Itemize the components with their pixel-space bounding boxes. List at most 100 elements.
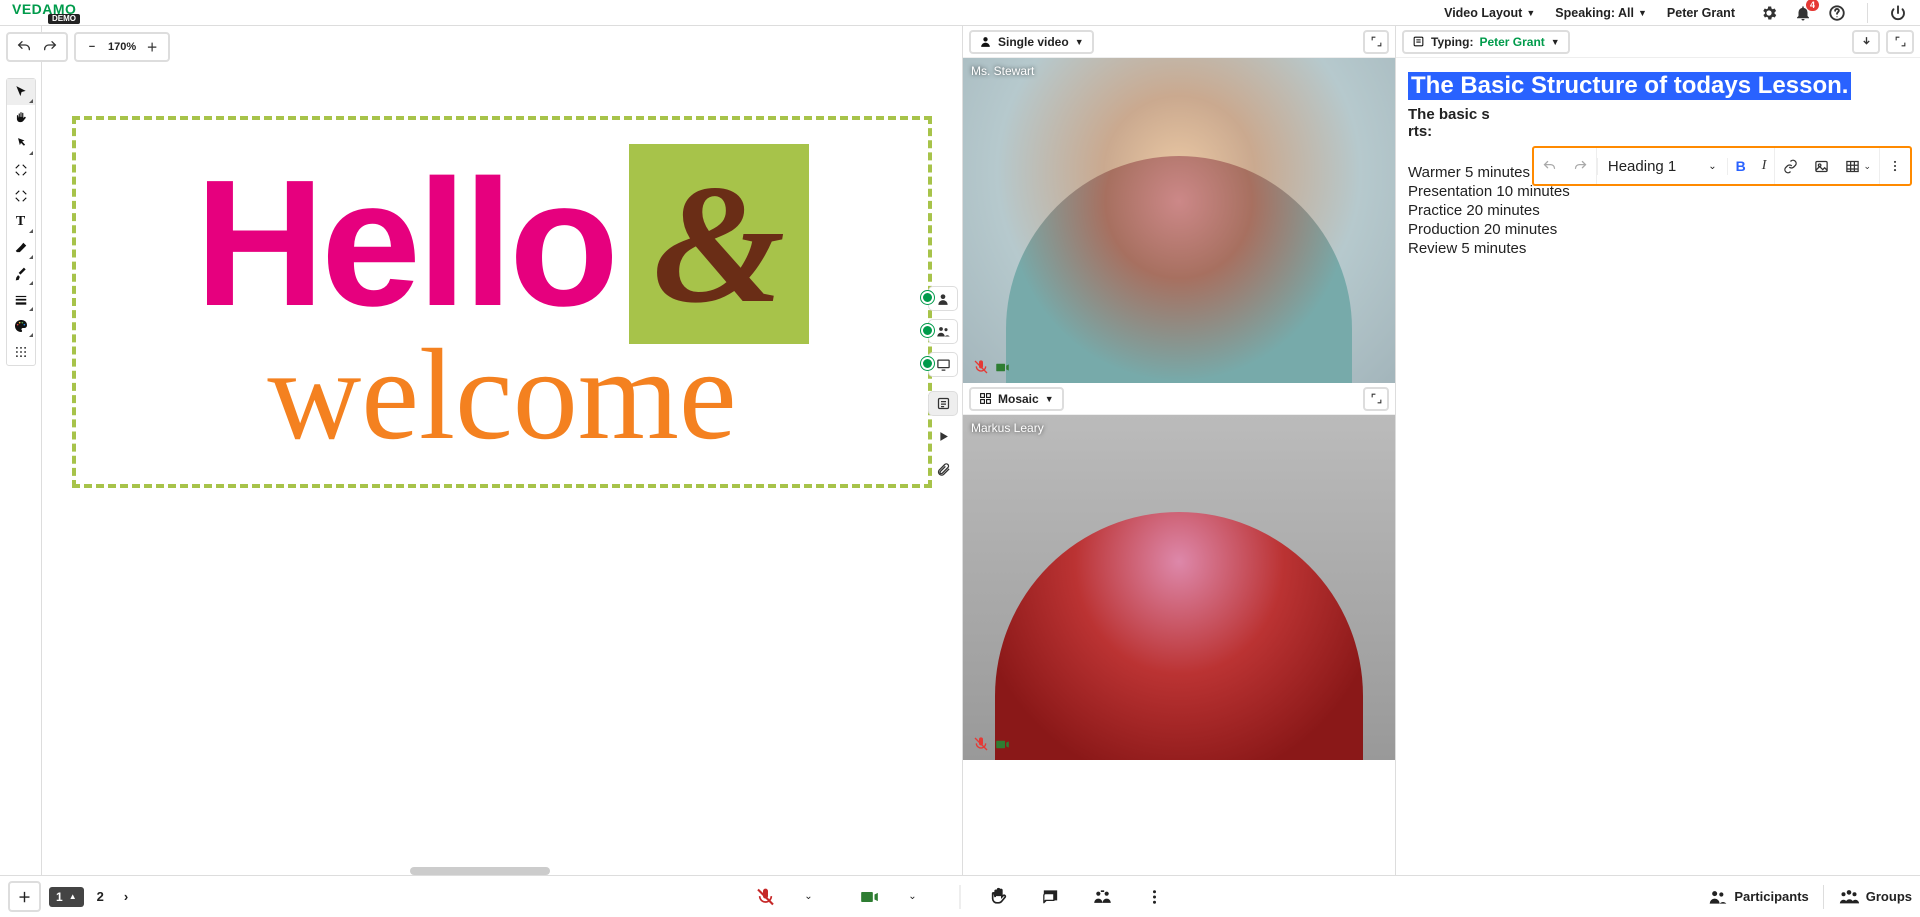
horizontal-scrollbar[interactable] xyxy=(410,867,550,875)
people-icon xyxy=(936,324,951,339)
camera-toggle-button[interactable] xyxy=(856,883,884,911)
participants-button[interactable]: Participants xyxy=(1708,887,1808,907)
download-notes-button[interactable] xyxy=(1852,30,1880,54)
hello-text: Hello xyxy=(195,163,615,325)
left-tool-strip: T xyxy=(0,26,42,875)
whiteboard-top-toolbar: − 170% ＋ xyxy=(6,32,170,62)
mic-settings-button[interactable]: ⌄ xyxy=(804,883,832,911)
welcome-text: welcome xyxy=(267,320,736,470)
fmt-link-button[interactable] xyxy=(1775,148,1806,184)
notes-subheading: The basic s rts: xyxy=(1408,106,1906,140)
video-tile-1[interactable]: Ms. Stewart xyxy=(963,58,1395,383)
notes-body[interactable]: The Basic Structure of todays Lesson. Th… xyxy=(1396,58,1920,875)
typing-user: Peter Grant xyxy=(1479,35,1544,49)
pointer-tool[interactable] xyxy=(7,131,35,157)
hand-icon xyxy=(14,111,28,125)
more-menu-button[interactable] xyxy=(1141,883,1169,911)
grid-dots-icon xyxy=(14,345,28,359)
video-mode-bottom-select[interactable]: Mosaic ▼ xyxy=(969,387,1064,411)
raise-hand-button[interactable] xyxy=(985,883,1013,911)
notes-expand-button[interactable] xyxy=(1886,30,1914,54)
text-tool[interactable]: T xyxy=(7,209,35,235)
current-page[interactable]: 1 ▲ xyxy=(49,887,84,907)
canvas-area[interactable]: Hello & welcome xyxy=(42,26,962,875)
screen-share-button[interactable] xyxy=(928,352,958,377)
gear-icon xyxy=(1760,4,1778,22)
fmt-bold-button[interactable]: B xyxy=(1728,148,1754,184)
focus-out-tool[interactable] xyxy=(7,183,35,209)
focus-in-icon xyxy=(14,163,28,177)
undo-button[interactable] xyxy=(14,37,34,57)
chevron-down-icon: ⌄ xyxy=(908,891,916,902)
fmt-italic-button[interactable]: I xyxy=(1754,148,1776,184)
notes-heading: The Basic Structure of todays Lesson. xyxy=(1408,72,1851,100)
redo-button[interactable] xyxy=(40,37,60,57)
video-mode-top-select[interactable]: Single video ▼ xyxy=(969,30,1094,54)
palette-icon xyxy=(13,318,29,334)
breakout-button[interactable] xyxy=(1089,883,1117,911)
camera-on-icon xyxy=(995,360,1010,375)
settings-button[interactable] xyxy=(1759,3,1779,23)
chat-button[interactable] xyxy=(1037,883,1065,911)
fmt-more-button[interactable] xyxy=(1879,148,1910,184)
bottom-center-controls: ⌄ ⌄ xyxy=(752,883,1169,911)
chevron-right-icon: › xyxy=(124,889,128,904)
video-panel: Single video ▼ Ms. Stewart Mosaic ▼ xyxy=(963,26,1396,875)
participants-label: Participants xyxy=(1734,889,1808,904)
main-area: − 170% ＋ xyxy=(0,26,1920,875)
next-page-button[interactable]: › xyxy=(117,886,135,907)
participants-view-button[interactable] xyxy=(928,319,958,344)
notifications-button[interactable]: 4 xyxy=(1793,3,1813,23)
expand-icon xyxy=(1894,35,1907,48)
select-tool[interactable] xyxy=(7,79,35,105)
mic-toggle-button[interactable] xyxy=(752,883,780,911)
zoom-out-button[interactable]: − xyxy=(82,37,102,57)
presenter-view-button[interactable] xyxy=(928,286,958,311)
add-page-button[interactable]: ＋ xyxy=(8,881,41,912)
groups-button[interactable]: Groups xyxy=(1838,886,1912,908)
fmt-heading-select[interactable]: Heading 1 ⌄ xyxy=(1597,158,1728,175)
page-2-button[interactable]: 2 xyxy=(90,886,111,907)
fmt-image-button[interactable] xyxy=(1806,148,1837,184)
text-icon: T xyxy=(16,214,25,230)
caret-up-icon: ▲ xyxy=(69,892,77,901)
fmt-heading-label: Heading 1 xyxy=(1608,158,1676,175)
video-expand-top-button[interactable] xyxy=(1363,30,1389,54)
canvas-content: Hello & welcome xyxy=(42,26,962,875)
speaking-menu[interactable]: Speaking: All ▼ xyxy=(1555,6,1647,20)
help-button[interactable] xyxy=(1827,3,1847,23)
camera-settings-button[interactable]: ⌄ xyxy=(908,883,936,911)
separator xyxy=(1823,885,1824,909)
fmt-redo-button[interactable] xyxy=(1565,148,1597,184)
attachment-button[interactable] xyxy=(928,457,958,482)
bottom-bar: ＋ 1 ▲ 2 › ⌄ ⌄ xyxy=(0,875,1920,917)
video-top-bar: Single video ▼ xyxy=(963,26,1395,58)
typing-indicator[interactable]: Typing: Peter Grant ▼ xyxy=(1402,30,1570,54)
brush-tool[interactable] xyxy=(7,261,35,287)
fmt-table-button[interactable]: ⌄ xyxy=(1837,148,1879,184)
grid-tool[interactable] xyxy=(7,339,35,365)
video-tile-2[interactable]: Markus Leary xyxy=(963,415,1395,760)
video-layout-menu[interactable]: Video Layout ▼ xyxy=(1444,6,1535,20)
pan-tool[interactable] xyxy=(7,105,35,131)
hello-row: Hello & xyxy=(195,144,809,344)
logout-button[interactable] xyxy=(1888,3,1908,23)
eraser-tool[interactable] xyxy=(7,235,35,261)
fmt-undo-button[interactable] xyxy=(1534,148,1565,184)
play-button[interactable] xyxy=(928,424,958,449)
focus-in-tool[interactable] xyxy=(7,157,35,183)
expand-icon xyxy=(1370,35,1383,48)
ampersand-text: & xyxy=(653,159,785,329)
color-palette-tool[interactable] xyxy=(7,313,35,339)
hand-icon xyxy=(989,887,1009,907)
more-vertical-icon xyxy=(1146,888,1164,906)
notes-toggle-button[interactable] xyxy=(928,391,958,416)
line-weight-tool[interactable] xyxy=(7,287,35,313)
groups-label: Groups xyxy=(1866,889,1912,904)
video-expand-bottom-button[interactable] xyxy=(1363,387,1389,411)
zoom-in-button[interactable]: ＋ xyxy=(142,37,162,57)
selected-image-frame[interactable]: Hello & welcome xyxy=(72,116,932,488)
ampersand-box: & xyxy=(629,144,809,344)
screen-icon xyxy=(936,357,951,372)
power-icon xyxy=(1889,4,1907,22)
